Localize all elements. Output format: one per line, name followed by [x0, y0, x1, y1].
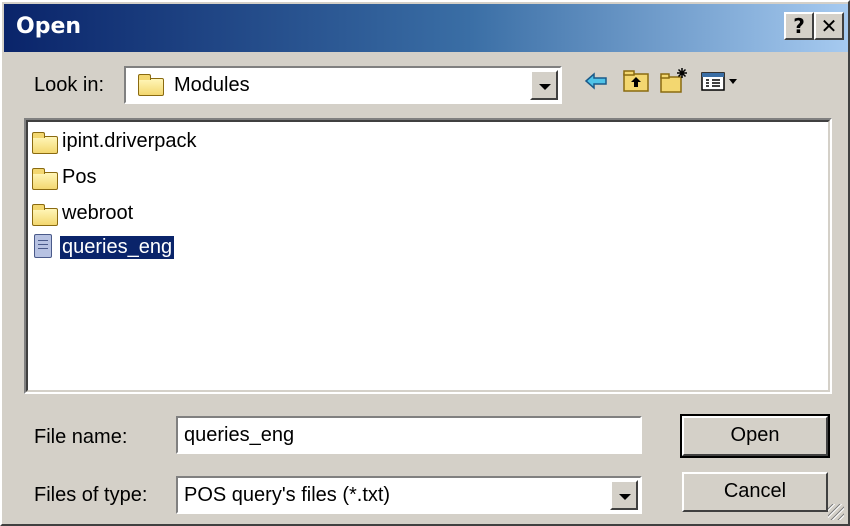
file-type-value: POS query's files (*.txt) — [184, 484, 391, 506]
window-title: Open — [16, 14, 82, 39]
folder-icon — [32, 132, 58, 154]
folder-icon — [138, 74, 164, 96]
look-in-label: Look in: — [34, 74, 105, 96]
title-bar[interactable]: Open ? ✕ — [4, 4, 848, 52]
chevron-down-icon[interactable] — [530, 70, 558, 100]
look-in-dropdown[interactable]: Modules — [124, 66, 562, 104]
file-list[interactable]: ipint.driverpack Pos webroot queries_eng — [24, 118, 832, 394]
back-icon[interactable] — [580, 66, 612, 96]
resize-grip[interactable] — [828, 504, 844, 520]
open-button[interactable]: Open — [680, 414, 830, 458]
open-dialog: Open ? ✕ Look in: Modules ipint.driverpa… — [0, 0, 850, 526]
cancel-button[interactable]: Cancel — [682, 472, 828, 512]
file-name-field[interactable]: queries_eng — [176, 416, 642, 454]
file-type-label: Files of type: — [34, 484, 148, 506]
file-name-value: queries_eng — [184, 424, 295, 446]
look-in-value: Modules — [174, 74, 250, 96]
new-folder-icon[interactable] — [658, 66, 690, 96]
list-item-label: webroot — [62, 202, 134, 224]
list-item-label: ipint.driverpack — [62, 130, 197, 152]
list-item-label: queries_eng — [60, 236, 175, 259]
file-type-dropdown[interactable]: POS query's files (*.txt) — [176, 476, 642, 514]
folder-icon — [32, 204, 58, 226]
chevron-down-icon[interactable] — [610, 480, 638, 510]
file-name-label: File name: — [34, 426, 128, 448]
list-item-label: Pos — [62, 166, 97, 188]
text-file-icon — [34, 234, 52, 258]
up-folder-icon[interactable] — [620, 66, 652, 96]
close-button[interactable]: ✕ — [814, 12, 844, 40]
help-button[interactable]: ? — [784, 12, 814, 40]
folder-icon — [32, 168, 58, 190]
view-menu-icon[interactable] — [698, 66, 742, 96]
